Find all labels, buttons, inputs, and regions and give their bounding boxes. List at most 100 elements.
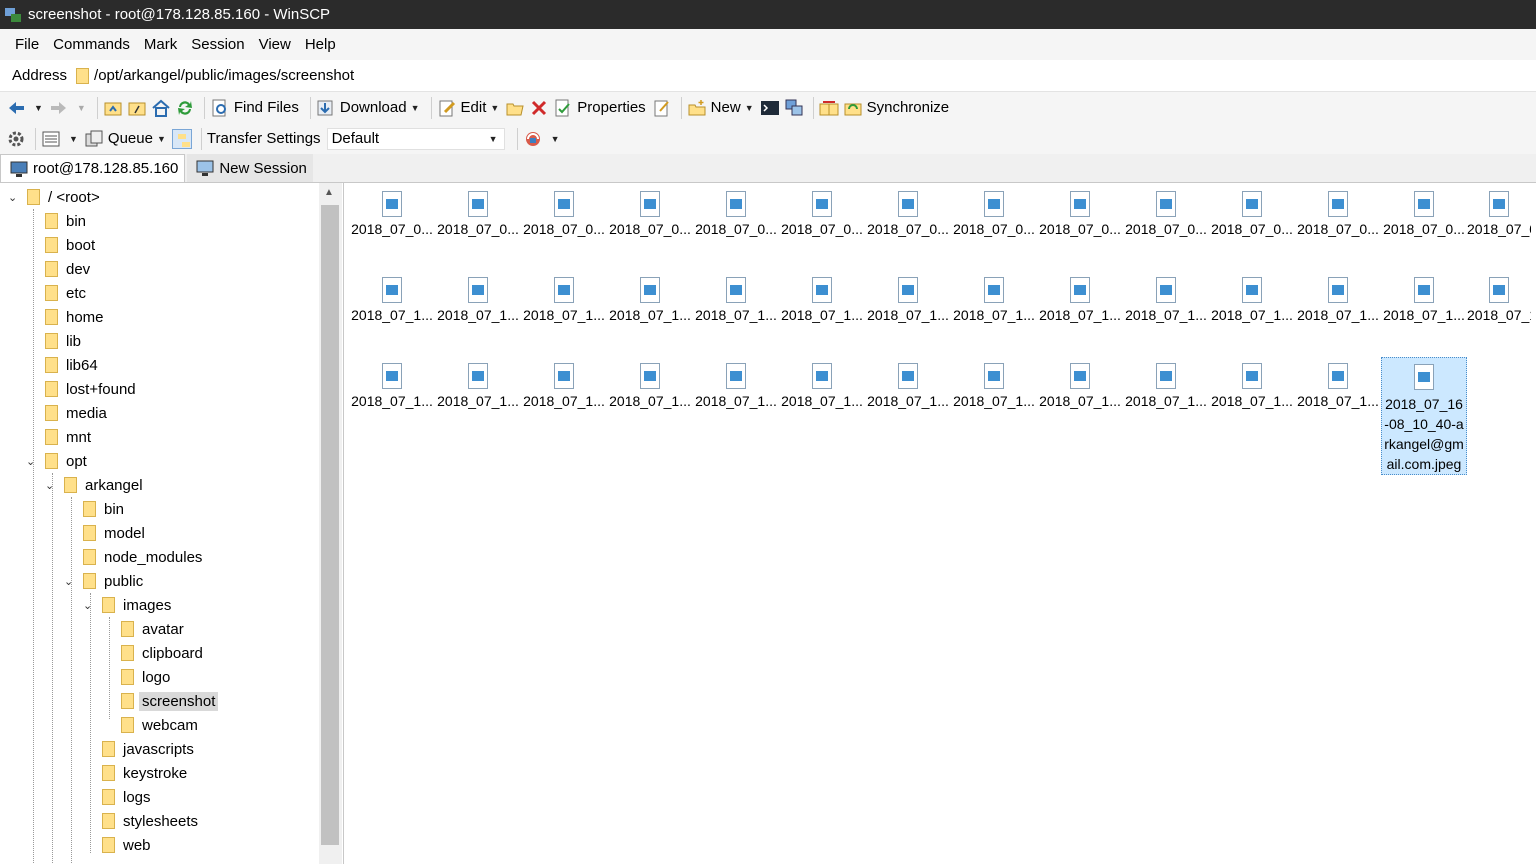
transfer-profile-button[interactable]: ▼ — [523, 126, 560, 152]
tree-item-dev[interactable]: dev — [45, 257, 90, 281]
download-button[interactable]: Download ▼ — [316, 95, 420, 121]
file-item[interactable]: 2018_07_0... — [607, 185, 693, 267]
tree-item-arkangel[interactable]: ⌄ arkangel — [45, 473, 143, 497]
chevron-down-icon[interactable]: ⌄ — [8, 191, 17, 204]
tree-item-node-modules[interactable]: node_modules — [83, 545, 202, 569]
file-item[interactable]: 2018_07_0... — [349, 185, 435, 267]
menu-view[interactable]: View — [252, 36, 298, 53]
chevron-down-icon[interactable]: ▼ — [77, 103, 86, 113]
file-item[interactable]: 2018_07_0... — [1209, 185, 1295, 267]
chevron-down-icon[interactable]: ▼ — [745, 103, 754, 113]
chevron-down-icon[interactable]: ⌄ — [26, 455, 35, 468]
scrollbar-thumb[interactable] — [321, 205, 339, 845]
tree-toggle-icon[interactable] — [171, 128, 192, 149]
file-item[interactable]: 2018_07_1... — [1295, 357, 1381, 439]
file-item[interactable]: 2018_07_1... — [521, 271, 607, 353]
file-item[interactable]: 2018_07_1... — [1123, 357, 1209, 439]
file-item[interactable]: 2018_07_1... — [693, 357, 779, 439]
tree-item-public[interactable]: ⌄ public — [64, 569, 143, 593]
tree-item-opt[interactable]: ⌄ opt — [26, 449, 87, 473]
file-item[interactable]: 2018_07_1... — [865, 271, 951, 353]
tree-scrollbar[interactable]: ▲ — [319, 183, 342, 864]
scroll-up-icon[interactable]: ▲ — [324, 187, 334, 198]
tree-item-screenshot[interactable]: screenshot — [121, 689, 219, 713]
chevron-down-icon[interactable]: ▼ — [69, 134, 78, 144]
tree-item-lib64[interactable]: lib64 — [45, 353, 98, 377]
open-folder-icon[interactable] — [505, 98, 525, 118]
file-item[interactable]: 2018_07_0... — [1295, 185, 1381, 267]
properties-button[interactable]: Properties — [553, 95, 646, 121]
file-item[interactable]: 2018_07_1... — [607, 357, 693, 439]
file-item[interactable]: 2018_07_1... — [951, 357, 1037, 439]
file-item[interactable]: 2018_07_1... — [349, 271, 435, 353]
tree-item-javascripts[interactable]: javascripts — [102, 737, 194, 761]
delete-icon[interactable] — [529, 98, 549, 118]
edit-button[interactable]: Edit ▼ — [437, 95, 499, 121]
chevron-down-icon[interactable]: ▼ — [551, 134, 560, 144]
chevron-down-icon[interactable]: ⌄ — [45, 479, 54, 492]
chevron-down-icon[interactable]: ⌄ — [83, 599, 92, 612]
file-item[interactable]: 2018_07_1... — [607, 271, 693, 353]
chevron-down-icon[interactable]: ▼ — [411, 103, 420, 113]
file-item[interactable]: 2018_07_1... — [865, 357, 951, 439]
tree-item-mnt[interactable]: mnt — [45, 425, 91, 449]
chevron-down-icon[interactable]: ▼ — [157, 134, 166, 144]
tree-item-boot[interactable]: boot — [45, 233, 95, 257]
file-item[interactable]: 2018_07_0... — [521, 185, 607, 267]
tree-item-bin[interactable]: bin — [45, 209, 86, 233]
tree-item-lost-found[interactable]: lost+found — [45, 377, 136, 401]
file-item[interactable]: 2018_07_1... — [693, 271, 779, 353]
tree-item-logs[interactable]: logs — [102, 785, 151, 809]
file-item[interactable]: 2018_07_1... — [435, 271, 521, 353]
file-item[interactable]: 2018_07_1... — [1123, 271, 1209, 353]
file-item[interactable]: 2018_07_0... — [435, 185, 521, 267]
file-item[interactable]: 2018_07_0... — [1381, 185, 1467, 267]
file-item[interactable]: 2018_07_1... — [521, 357, 607, 439]
tree-item-images[interactable]: ⌄ images — [83, 593, 171, 617]
tree-item-webcam[interactable]: webcam — [121, 713, 198, 737]
file-item[interactable]: 2018_07_1... — [349, 357, 435, 439]
file-item[interactable]: 2018_07_0... — [779, 185, 865, 267]
tree-item-lib[interactable]: lib — [45, 329, 81, 353]
home-icon[interactable] — [151, 98, 171, 118]
compare-directories-icon[interactable] — [819, 98, 839, 118]
transfer-settings-select[interactable]: Default ▼ — [326, 127, 505, 150]
tree-item-keystroke[interactable]: keystroke — [102, 761, 187, 785]
file-item[interactable]: 2018_07_0 — [1467, 185, 1531, 267]
file-item[interactable]: 2018_07_1... — [1295, 271, 1381, 353]
parent-folder-icon[interactable] — [103, 98, 123, 118]
file-item[interactable]: 2018_07_1... — [779, 357, 865, 439]
refresh-icon[interactable] — [175, 98, 195, 118]
tree-item-web[interactable]: web — [102, 833, 151, 857]
gear-icon[interactable] — [6, 129, 26, 149]
file-item[interactable]: 2018_07_1... — [1037, 271, 1123, 353]
file-item[interactable]: 2018_07_0... — [951, 185, 1037, 267]
file-item[interactable]: 2018_07_1... — [779, 271, 865, 353]
menu-session[interactable]: Session — [184, 36, 251, 53]
back-button[interactable]: ▼ — [6, 95, 43, 121]
file-item[interactable]: 2018_07_0... — [693, 185, 779, 267]
tree-item-home[interactable]: home — [45, 305, 104, 329]
tree-item-clipboard[interactable]: clipboard — [121, 641, 203, 665]
file-item[interactable]: 2018_07_1... — [1209, 357, 1295, 439]
file-item[interactable]: 2018_07_0... — [1123, 185, 1209, 267]
file-item[interactable]: 2018_07_0... — [865, 185, 951, 267]
tree-item-arkangel-bin[interactable]: bin — [83, 497, 124, 521]
view-mode-button[interactable]: ▼ — [41, 126, 78, 152]
console-icon[interactable] — [760, 98, 780, 118]
tree-item-model[interactable]: model — [83, 521, 145, 545]
tree-item-avatar[interactable]: avatar — [121, 617, 184, 641]
menu-file[interactable]: File — [8, 36, 46, 53]
tab-session[interactable]: root@178.128.85.160 — [0, 154, 186, 182]
menu-mark[interactable]: Mark — [137, 36, 184, 53]
file-item[interactable]: 2018_07_1 — [1467, 271, 1531, 353]
forward-button[interactable]: ▼ — [49, 95, 86, 121]
file-item[interactable]: 2018_07_0... — [1037, 185, 1123, 267]
tree-item-root[interactable]: ⌄ / <root> — [8, 185, 100, 209]
file-item-selected[interactable]: 2018_07_16-08_10_40-arkangel@gmail.com.j… — [1381, 357, 1467, 475]
chevron-down-icon[interactable]: ⌄ — [64, 575, 73, 588]
chevron-down-icon[interactable]: ▼ — [490, 103, 499, 113]
new-button[interactable]: New ▼ — [687, 95, 754, 121]
file-item[interactable]: 2018_07_1... — [1209, 271, 1295, 353]
menu-commands[interactable]: Commands — [46, 36, 137, 53]
